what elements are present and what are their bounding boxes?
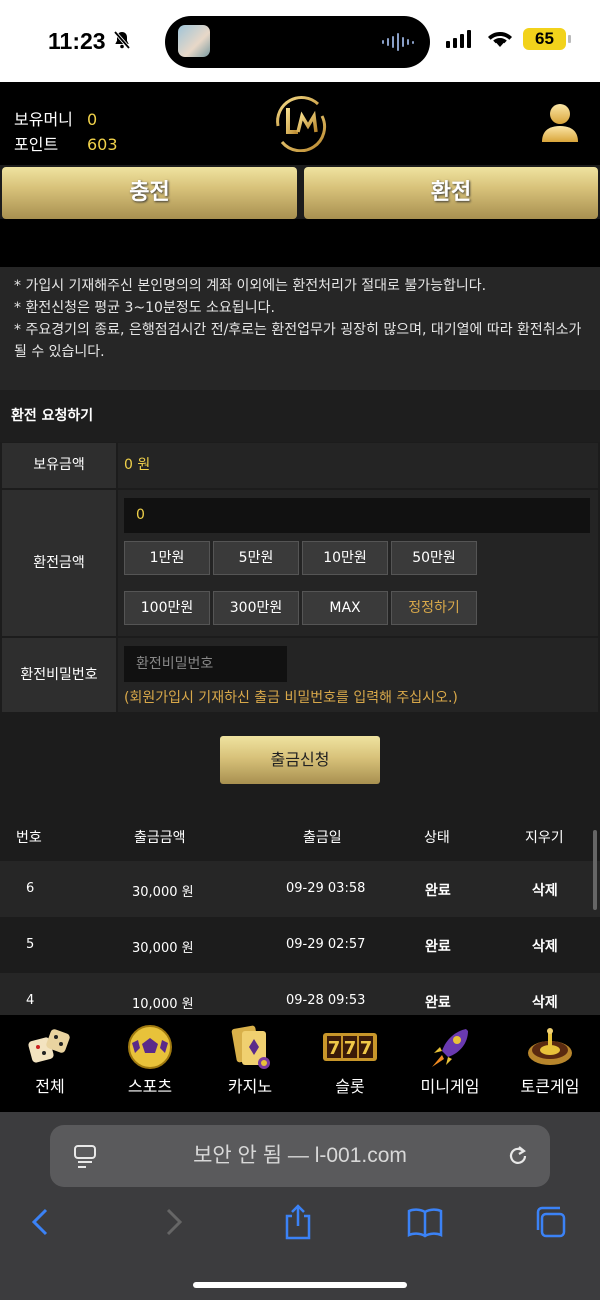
quick-10k-button[interactable]: 1만원 [124,541,210,575]
scrollbar[interactable] [593,830,597,910]
svg-text:7: 7 [328,1038,341,1059]
site-logo[interactable] [268,92,332,153]
points-balance: 포인트 603 [14,131,118,155]
battery-indicator: 65 [523,28,571,50]
amount-label: 환전금액 [2,490,116,636]
share-icon[interactable] [278,1202,318,1242]
balance-value: 0 원 [124,457,151,473]
row-delete-button[interactable]: 삭제 [532,880,558,900]
points-value: 603 [87,135,118,154]
password-hint: (회원가입시 기재하신 출금 비밀번호를 입력해 주십시오.) [124,690,458,706]
col-header-status: 상태 [424,830,450,846]
nav-item-sports[interactable]: 스포츠 [100,1015,200,1112]
row-status: 완료 [425,939,451,955]
nav-item-casino[interactable]: 카지노 [200,1015,300,1112]
slot-777-icon: 777 [323,1023,377,1071]
row-amount: 10,000 원 [132,997,194,1012]
nav-label: 슬롯 [335,1077,365,1096]
reload-icon[interactable] [506,1144,530,1172]
col-header-amount: 출금금액 [134,830,186,846]
nav-label: 전체 [35,1077,65,1096]
row-date: 09-29 02:57 [286,937,366,952]
points-label: 포인트 [14,135,59,154]
row-status: 완료 [425,883,451,899]
notice-line: * 가입시 기재해주신 본인명의의 계좌 이외에는 환전처리가 절대로 불가능합… [14,278,487,294]
nav-label: 카지노 [227,1077,273,1096]
user-profile-icon[interactable] [540,102,580,144]
quick-1m-button[interactable]: 100만원 [124,591,210,625]
table-row: 5 30,000 원 09-29 02:57 완료 삭제 [0,917,600,973]
row-number: 5 [26,937,35,952]
row-amount: 30,000 원 [132,941,194,956]
media-thumbnail [178,25,210,57]
cards-icon [226,1023,274,1071]
wifi-icon [486,27,514,53]
row-date: 09-29 03:58 [286,881,366,896]
tabs-icon[interactable] [532,1202,572,1242]
nav-label: 스포츠 [127,1077,173,1096]
balance-label: 보유금액 [2,443,116,488]
rocket-icon [426,1023,474,1071]
quick-500k-button[interactable]: 50만원 [391,541,477,575]
row-number: 4 [26,993,35,1008]
row-delete-button[interactable]: 삭제 [532,936,558,956]
password-input[interactable]: 환전비밀번호 [124,646,287,682]
url-text: 보안 안 됨 — l-001.com [193,1144,407,1167]
amount-input[interactable]: 0 [124,498,590,533]
withdraw-submit-button[interactable]: 출금신청 [220,736,380,784]
clock: 11:23 [48,28,106,54]
money-value: 0 [87,110,98,129]
quick-100k-button[interactable]: 10만원 [302,541,388,575]
svg-text:7: 7 [360,1038,373,1059]
money-label: 보유머니 [14,110,73,129]
roulette-icon [526,1023,574,1071]
nav-label: 토큰게임 [520,1077,580,1096]
reset-button[interactable]: 정정하기 [391,591,477,625]
signal-icon [446,30,471,48]
col-header-date: 출금일 [303,830,342,846]
home-indicator[interactable] [193,1282,407,1288]
nav-label: 미니게임 [420,1077,480,1096]
col-header-number: 번호 [16,830,42,846]
charge-button[interactable]: 충전 [2,167,297,219]
dynamic-island[interactable] [165,16,430,68]
forward-icon[interactable] [152,1202,192,1242]
balance-cell: 0 원 [118,443,598,488]
password-label: 환전비밀번호 [2,638,116,712]
notice-line: * 주요경기의 종료, 은행점검시간 전/후로는 환전업무가 굉장히 많으며, … [14,322,582,360]
row-date: 09-28 09:53 [286,993,366,1008]
table-row: 6 30,000 원 09-29 03:58 완료 삭제 [0,861,600,917]
row-delete-button[interactable]: 삭제 [532,992,558,1012]
max-button[interactable]: MAX [302,591,388,625]
nav-item-token-game[interactable]: 토큰게임 [500,1015,600,1112]
nav-item-all[interactable]: 전체 [0,1015,100,1112]
bell-muted-icon [112,30,132,55]
money-balance: 보유머니 0 [14,106,97,130]
notice-box: * 가입시 기재해주신 본인명의의 계좌 이외에는 환전처리가 절대로 불가능합… [0,267,600,390]
back-icon[interactable] [22,1202,62,1242]
row-number: 6 [26,881,35,896]
soccer-ball-icon [126,1023,174,1071]
nav-item-minigame[interactable]: 미니게임 [400,1015,500,1112]
quick-3m-button[interactable]: 300만원 [213,591,299,625]
spacer-band [0,219,600,267]
bookmarks-icon[interactable] [405,1202,445,1242]
row-status: 완료 [425,995,451,1011]
row-amount: 30,000 원 [132,885,194,900]
quick-50k-button[interactable]: 5만원 [213,541,299,575]
svg-text:7: 7 [344,1038,357,1059]
audio-wave-icon [382,33,414,51]
col-header-delete: 지우기 [525,830,564,846]
form-title: 환전 요청하기 [0,390,600,442]
notice-line: * 환전신청은 평균 3~10분정도 소요됩니다. [14,300,275,316]
exchange-button[interactable]: 환전 [304,167,598,219]
status-bar: 11:23 65 [0,0,600,82]
dice-icon [26,1023,74,1071]
nav-item-slot[interactable]: 777 슬롯 [300,1015,400,1112]
address-bar[interactable]: 보안 안 됨 — l-001.com [50,1125,550,1187]
